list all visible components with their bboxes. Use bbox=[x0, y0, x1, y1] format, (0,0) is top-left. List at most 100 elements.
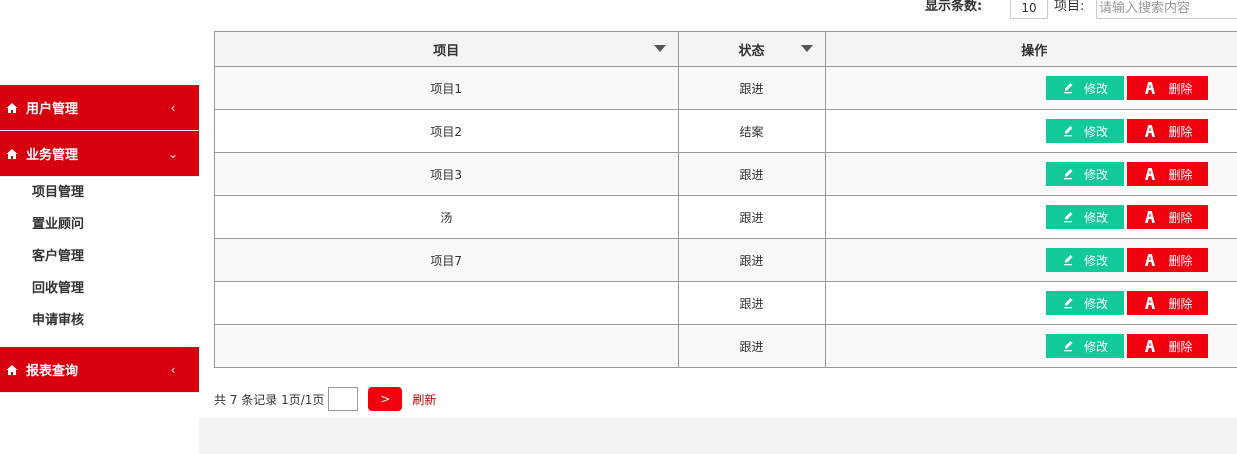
cell-project: 项目7 bbox=[215, 238, 679, 282]
menu-report-query[interactable]: 报表查询 ‹ bbox=[0, 347, 199, 393]
record-summary: 共 7 条记录 1页/1页 bbox=[214, 392, 325, 407]
edit-icon bbox=[1062, 82, 1074, 94]
column-header-actions: 操作 bbox=[825, 32, 1237, 67]
edit-icon bbox=[1062, 297, 1074, 309]
cell-project: 汤 bbox=[215, 195, 679, 239]
table-row: 项目1 跟进 修改 删除 bbox=[215, 66, 1237, 110]
edit-button-label: 修改 bbox=[1083, 253, 1108, 268]
sidebar-item-customers[interactable]: 客户管理 bbox=[0, 241, 199, 273]
sidebar: 用户管理 ‹ 业务管理 ⌄ 项目管理 置业顾问 客户管理 回收管理 申请审核 报… bbox=[0, 85, 199, 393]
menu-user-management[interactable]: 用户管理 ‹ bbox=[0, 85, 199, 131]
delete-icon bbox=[1142, 296, 1158, 310]
edit-button[interactable]: 修改 bbox=[1046, 119, 1124, 143]
delete-button[interactable]: 删除 bbox=[1127, 334, 1208, 358]
search-input[interactable] bbox=[1096, 0, 1237, 19]
home-icon bbox=[6, 364, 18, 376]
delete-icon bbox=[1142, 81, 1158, 95]
table-header-row: 项目 状态 操作 bbox=[215, 32, 1237, 67]
delete-icon bbox=[1142, 210, 1158, 224]
table-row: 跟进 修改 删除 bbox=[215, 324, 1237, 367]
delete-button[interactable]: 删除 bbox=[1127, 119, 1208, 143]
delete-button-label: 删除 bbox=[1168, 81, 1193, 96]
cell-status: 结案 bbox=[678, 109, 826, 153]
data-table: 项目 状态 操作 项目1 跟进 修改 删除 项目2 结案 修改 删除 项目3 跟进 修改 删除汤跟进修… bbox=[214, 31, 1237, 368]
edit-icon bbox=[1062, 254, 1074, 266]
edit-button[interactable]: 修改 bbox=[1046, 162, 1124, 186]
pagination: 共 7 条记录 1页/1页 > 刷新 bbox=[214, 387, 436, 411]
refresh-link[interactable]: 刷新 bbox=[412, 391, 436, 408]
table-row: 项目2 结案 修改 删除 bbox=[215, 109, 1237, 153]
delete-icon bbox=[1142, 339, 1158, 353]
edit-button-label: 修改 bbox=[1083, 167, 1108, 182]
top-toolbar: 显示条数: 项目: bbox=[0, 0, 1237, 22]
edit-button-label: 修改 bbox=[1083, 296, 1108, 311]
edit-button[interactable]: 修改 bbox=[1046, 334, 1124, 358]
edit-button-label: 修改 bbox=[1083, 81, 1108, 96]
edit-button-label: 修改 bbox=[1083, 339, 1108, 354]
cell-project: 项目1 bbox=[215, 66, 679, 110]
page-size-input[interactable] bbox=[1010, 0, 1048, 19]
cell-actions: 修改 删除 bbox=[825, 66, 1237, 110]
home-icon bbox=[6, 148, 18, 160]
delete-button-label: 删除 bbox=[1168, 124, 1193, 139]
edit-button[interactable]: 修改 bbox=[1046, 291, 1124, 315]
edit-icon bbox=[1062, 340, 1074, 352]
delete-button-label: 删除 bbox=[1168, 339, 1193, 354]
cell-actions: 修改 删除 bbox=[825, 152, 1237, 196]
cell-actions: 修改 删除 bbox=[825, 324, 1237, 367]
cell-project: 项目2 bbox=[215, 109, 679, 153]
page-size-label: 显示条数: bbox=[925, 0, 983, 14]
sort-down-icon[interactable] bbox=[653, 45, 666, 52]
home-icon bbox=[6, 102, 18, 114]
cell-project bbox=[215, 281, 679, 325]
edit-button-label: 修改 bbox=[1083, 124, 1108, 139]
sort-down-icon[interactable] bbox=[800, 45, 813, 52]
column-header-status[interactable]: 状态 bbox=[678, 32, 826, 67]
delete-button[interactable]: 删除 bbox=[1127, 291, 1208, 315]
sidebar-item-recovery[interactable]: 回收管理 bbox=[0, 273, 199, 305]
app-root: 显示条数: 项目: 用户管理 ‹ 业务管理 ⌄ 项目管理 置业顾问 客户管理 回… bbox=[0, 0, 1237, 454]
column-header-label: 状态 bbox=[738, 43, 765, 59]
cell-status: 跟进 bbox=[678, 195, 826, 239]
sidebar-item-projects[interactable]: 项目管理 bbox=[0, 177, 199, 209]
footer-band bbox=[199, 418, 1237, 454]
delete-button-label: 删除 bbox=[1168, 253, 1193, 268]
menu-business-management[interactable]: 业务管理 ⌄ bbox=[0, 131, 199, 177]
next-page-button[interactable]: > bbox=[368, 387, 403, 411]
delete-button-label: 删除 bbox=[1168, 296, 1193, 311]
delete-button-label: 删除 bbox=[1168, 167, 1193, 182]
cell-actions: 修改 删除 bbox=[825, 238, 1237, 282]
cell-status: 跟进 bbox=[678, 324, 826, 367]
chevron-left-icon: ‹ bbox=[170, 362, 176, 377]
cell-status: 跟进 bbox=[678, 152, 826, 196]
table-body: 项目1 跟进 修改 删除 项目2 结案 修改 删除 项目3 跟进 修改 删除汤跟进 修改 删除 项目7 跟进修… bbox=[215, 66, 1237, 367]
table-row: 汤跟进 修改 删除 bbox=[215, 195, 1237, 239]
delete-icon bbox=[1142, 167, 1158, 181]
delete-button[interactable]: 删除 bbox=[1127, 162, 1208, 186]
delete-button[interactable]: 删除 bbox=[1127, 76, 1208, 100]
business-submenu: 项目管理 置业顾问 客户管理 回收管理 申请审核 bbox=[0, 177, 199, 337]
sidebar-item-approvals[interactable]: 申请审核 bbox=[0, 305, 199, 337]
page-number-input[interactable] bbox=[328, 387, 359, 411]
edit-button[interactable]: 修改 bbox=[1046, 76, 1124, 100]
sidebar-item-consultants[interactable]: 置业顾问 bbox=[0, 209, 199, 241]
delete-button[interactable]: 删除 bbox=[1127, 205, 1208, 229]
menu-label: 用户管理 bbox=[26, 102, 79, 117]
edit-icon bbox=[1062, 125, 1074, 137]
edit-icon bbox=[1062, 211, 1074, 223]
cell-status: 跟进 bbox=[678, 281, 826, 325]
delete-button[interactable]: 删除 bbox=[1127, 248, 1208, 272]
cell-status: 跟进 bbox=[678, 238, 826, 282]
cell-actions: 修改 删除 bbox=[825, 109, 1237, 153]
chevron-down-icon: ⌄ bbox=[167, 146, 179, 161]
table-row: 项目7 跟进 修改 删除 bbox=[215, 238, 1237, 282]
delete-icon bbox=[1142, 124, 1158, 138]
table-row: 项目3 跟进 修改 删除 bbox=[215, 152, 1237, 196]
delete-button-label: 删除 bbox=[1168, 210, 1193, 225]
edit-button[interactable]: 修改 bbox=[1046, 205, 1124, 229]
edit-button[interactable]: 修改 bbox=[1046, 248, 1124, 272]
table-row: 跟进 修改 删除 bbox=[215, 281, 1237, 325]
column-header-project[interactable]: 项目 bbox=[215, 32, 679, 67]
menu-label: 报表查询 bbox=[26, 364, 79, 379]
